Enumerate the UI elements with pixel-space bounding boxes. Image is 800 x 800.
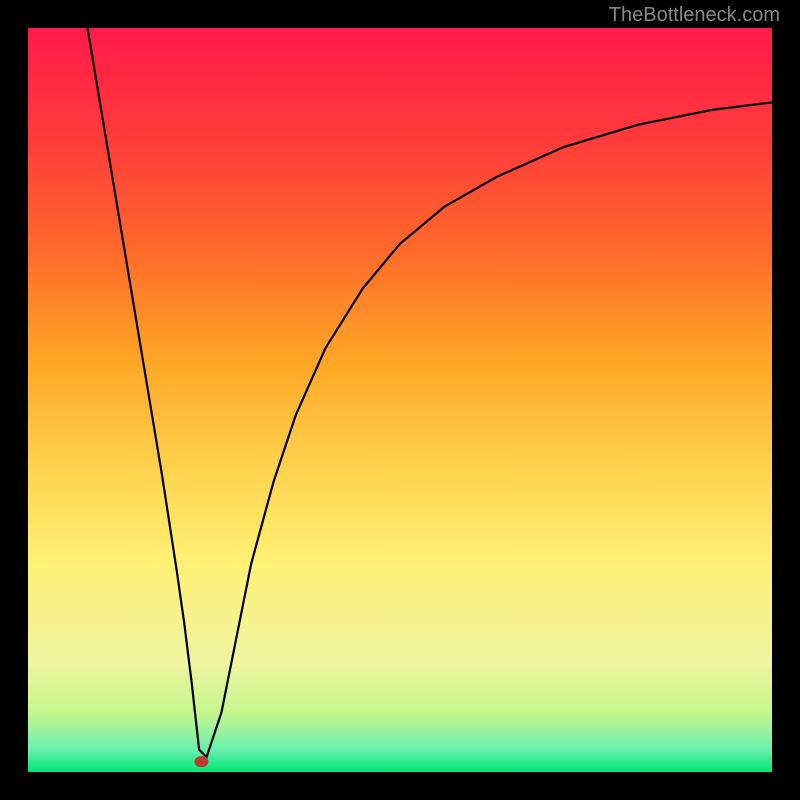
gradient-background [28,28,772,772]
chart-svg [28,28,772,772]
plot-area [28,28,772,772]
marker-dot [194,756,208,767]
watermark: TheBottleneck.com [609,4,780,27]
